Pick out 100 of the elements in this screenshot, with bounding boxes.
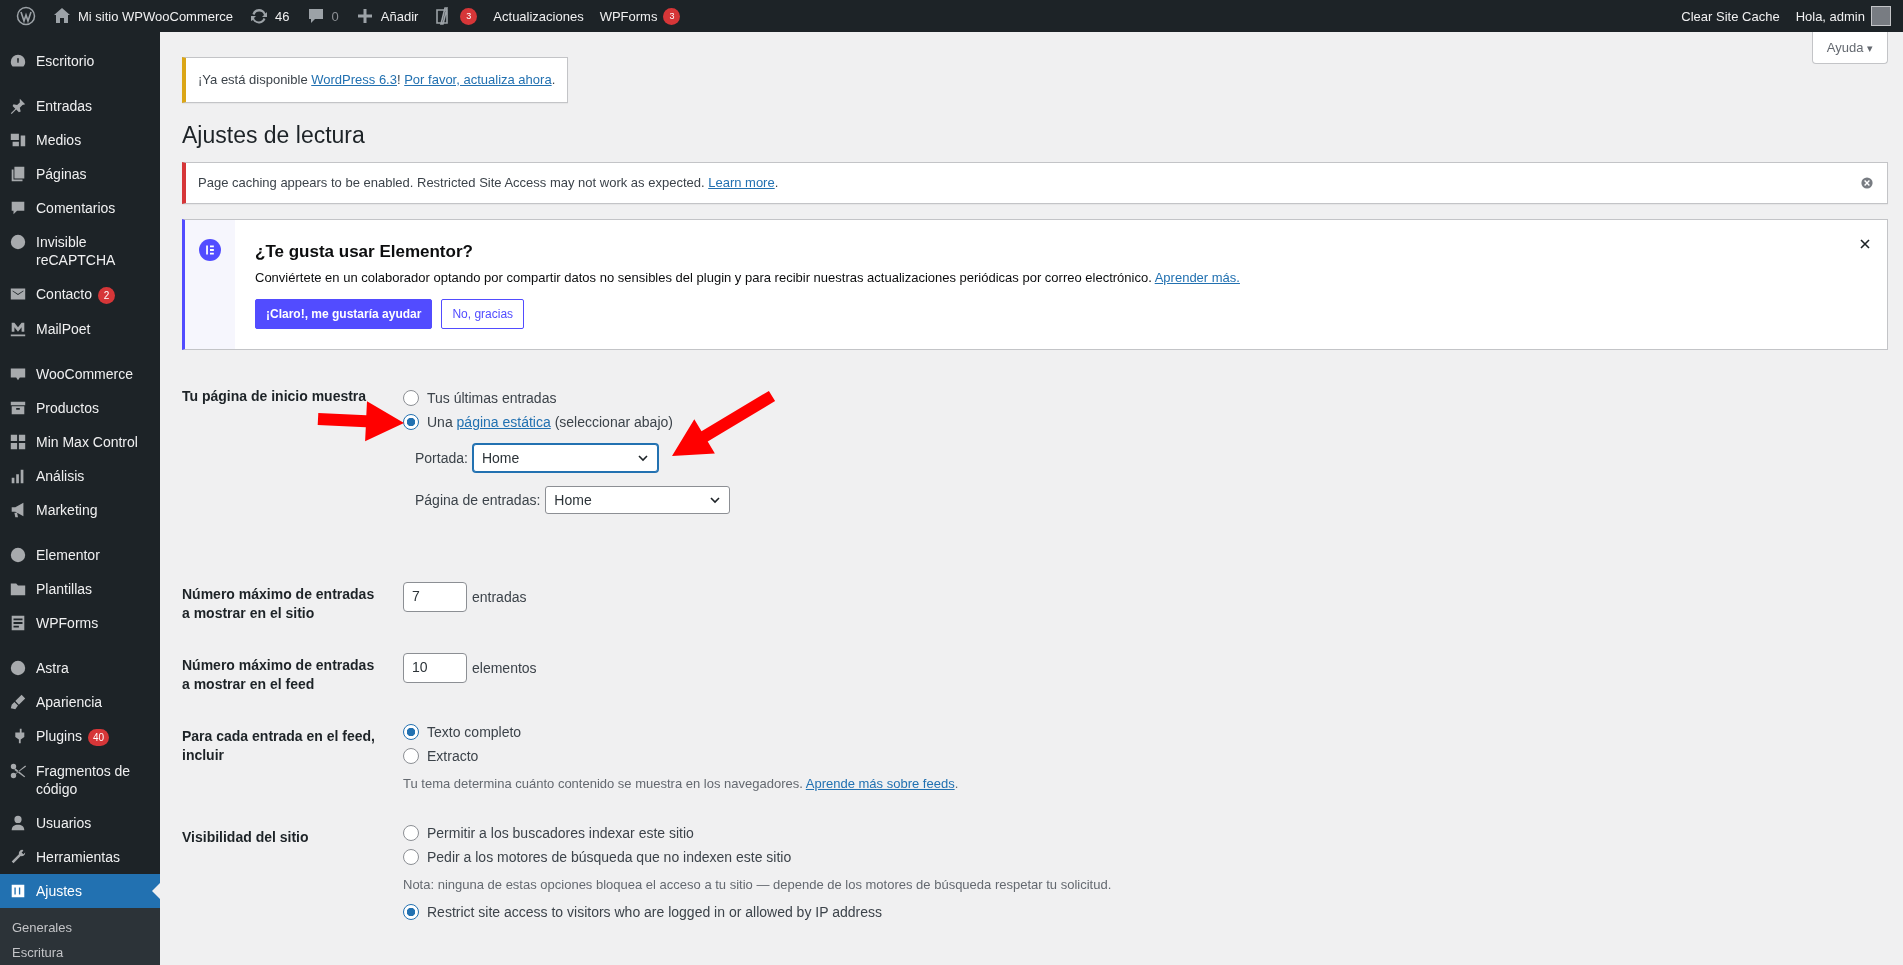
submenu-item[interactable]: Escritura: [0, 940, 160, 965]
radio-label: Restrict site access to visitors who are logged in or allowed by IP address: [427, 904, 882, 920]
sidebar-item[interactable]: Elementor: [0, 538, 160, 572]
toolbar-link[interactable]: Actualizaciones: [485, 0, 592, 32]
sidebar-item[interactable]: Fragmentos de código: [0, 754, 160, 806]
sidebar-item[interactable]: Usuarios: [0, 806, 160, 840]
wordpress-logo-icon: [16, 6, 36, 26]
circle-icon: [9, 659, 27, 677]
notice-text: Page caching appears to be enabled. Restricted Site Access may not work as expected. Learn more.: [198, 174, 779, 192]
sidebar-item[interactable]: Plugins 40: [0, 719, 160, 754]
sidebar-item[interactable]: Apariencia: [0, 685, 160, 719]
home-icon: [52, 6, 72, 26]
sidebar-item[interactable]: Ajustes: [0, 874, 160, 908]
link[interactable]: WordPress 6.3: [311, 72, 397, 87]
link[interactable]: Aprende más sobre feeds: [805, 776, 955, 791]
sidebar-item[interactable]: WPForms: [0, 606, 160, 640]
description-text: Tu tema determina cuánto contenido se muestra en los navegadores. Aprende más sobre feeds.: [403, 776, 960, 791]
radio-button[interactable]: [403, 849, 419, 865]
pushpin-icon: [9, 97, 27, 115]
sidebar-item[interactable]: Entradas: [0, 89, 160, 123]
sidebar-item[interactable]: Contacto 2: [0, 277, 160, 312]
toolbar-link[interactable]: 0: [297, 0, 347, 32]
refresh-icon: [249, 6, 270, 26]
sidebar-item[interactable]: Marketing: [0, 493, 160, 527]
user-icon: [9, 814, 27, 832]
notice-text: ¡Ya está disponible WordPress 6.3! Por favor, actualiza ahora.: [198, 72, 556, 87]
radio-button[interactable]: [403, 390, 419, 406]
close-icon[interactable]: [1859, 238, 1871, 250]
setting-label: Tu página de inicio muestra: [182, 387, 368, 406]
link[interactable]: Learn more: [708, 175, 775, 190]
sidebar-item[interactable]: Análisis: [0, 459, 160, 493]
toolbar-link[interactable]: Mi sitio WPWooCommerce: [44, 0, 242, 32]
toolbar-link[interactable]: Añadir: [346, 0, 427, 32]
media-icon: [9, 131, 27, 149]
avatar-placeholder: [1871, 6, 1891, 26]
unit-label: elementos: [472, 660, 537, 676]
scissors-icon: [9, 762, 27, 780]
count-badge: 2: [98, 287, 116, 304]
count-badge: 3: [460, 7, 478, 25]
sidebar-item[interactable]: Min Max Control: [0, 425, 160, 459]
circle-icon: [9, 546, 27, 564]
radio-label: Pedir a los motores de búsqueda que no indexen este sitio: [427, 849, 792, 865]
toolbar-link[interactable]: WPForms 3: [591, 0, 689, 32]
page-title: Ajustes de lectura: [182, 121, 366, 150]
link[interactable]: Por favor, actualiza ahora: [404, 72, 552, 87]
dropdown[interactable]: Home: [545, 486, 731, 514]
toolbar-link[interactable]: Hola, admin: [1787, 0, 1899, 32]
field-label: Página de entradas:: [415, 492, 541, 508]
radio-label: Tus últimas entradas: [427, 390, 557, 406]
toolbar-link[interactable]: Clear Site Cache: [1673, 0, 1788, 32]
decline-button[interactable]: No, gracias: [441, 299, 525, 329]
chevron-down-icon: [709, 494, 722, 506]
sidebar-item[interactable]: Plantillas: [0, 572, 160, 606]
box-icon: [9, 399, 27, 417]
sidebar-item[interactable]: Astra: [0, 651, 160, 685]
radio-label: Texto completo: [427, 724, 522, 740]
unit-label: entradas: [472, 589, 527, 605]
mail-icon: [9, 320, 27, 338]
toolbar-link[interactable]: 3: [426, 0, 486, 32]
sidebar-item[interactable]: Medios: [0, 123, 160, 157]
dropdown[interactable]: Home: [472, 444, 658, 472]
radio-button[interactable]: [403, 414, 419, 430]
radio-label: Extracto: [427, 748, 479, 764]
toolbar-link[interactable]: 46: [241, 0, 298, 32]
radio-label: Permitir a los buscadores indexar este sitio: [427, 825, 694, 841]
radio-button[interactable]: [403, 825, 419, 841]
accept-button[interactable]: ¡Claro!, me gustaría ayudar: [255, 299, 433, 329]
number-field[interactable]: 10: [403, 653, 467, 683]
link[interactable]: Aprender más.: [1154, 270, 1240, 285]
number-field[interactable]: 7: [403, 582, 467, 612]
brush-icon: [9, 693, 27, 711]
sidebar-item[interactable]: Herramientas: [0, 840, 160, 874]
radio-button[interactable]: [403, 724, 419, 740]
count-badge: 3: [663, 7, 681, 25]
link[interactable]: página estática: [456, 414, 551, 430]
form-icon: [9, 614, 27, 632]
submenu-item[interactable]: Generales: [0, 915, 160, 940]
count-badge: 40: [87, 729, 110, 746]
caret-icon: ▾: [1867, 42, 1873, 54]
sidebar-item[interactable]: Productos: [0, 391, 160, 425]
setting-label: Para cada entrada en el feed, incluir: [182, 727, 376, 765]
sidebar-item[interactable]: Invisible reCAPTCHA: [0, 225, 160, 277]
grid-icon: [9, 433, 27, 451]
setting-label: Visibilidad del sitio: [182, 828, 310, 847]
field-label: Portada:: [415, 450, 468, 466]
description-text: Nota: ninguna de estas opciones bloquea el acceso a tu sitio — depende de los motores de búsqueda respetar tu solicitud.: [403, 877, 1113, 892]
pages-icon: [9, 165, 27, 183]
circle-logo-icon: [199, 239, 221, 261]
notice-title: ¿Te gusta usar Elementor?: [255, 242, 474, 262]
sidebar-item[interactable]: WooCommerce: [0, 357, 160, 391]
sidebar-item[interactable]: Páginas: [0, 157, 160, 191]
sidebar-item[interactable]: Escritorio: [0, 44, 160, 78]
radio-button[interactable]: [403, 904, 419, 920]
help-button[interactable]: Ayuda ▾: [1811, 32, 1888, 64]
sidebar-item[interactable]: MailPoet: [0, 312, 160, 346]
setting-label: Número máximo de entradas a mostrar en el sitio: [182, 585, 376, 623]
sidebar-item[interactable]: Comentarios: [0, 191, 160, 225]
wrench-icon: [9, 848, 27, 866]
radio-button[interactable]: [403, 748, 419, 764]
setting-label: Número máximo de entradas a mostrar en el feed: [182, 656, 376, 694]
